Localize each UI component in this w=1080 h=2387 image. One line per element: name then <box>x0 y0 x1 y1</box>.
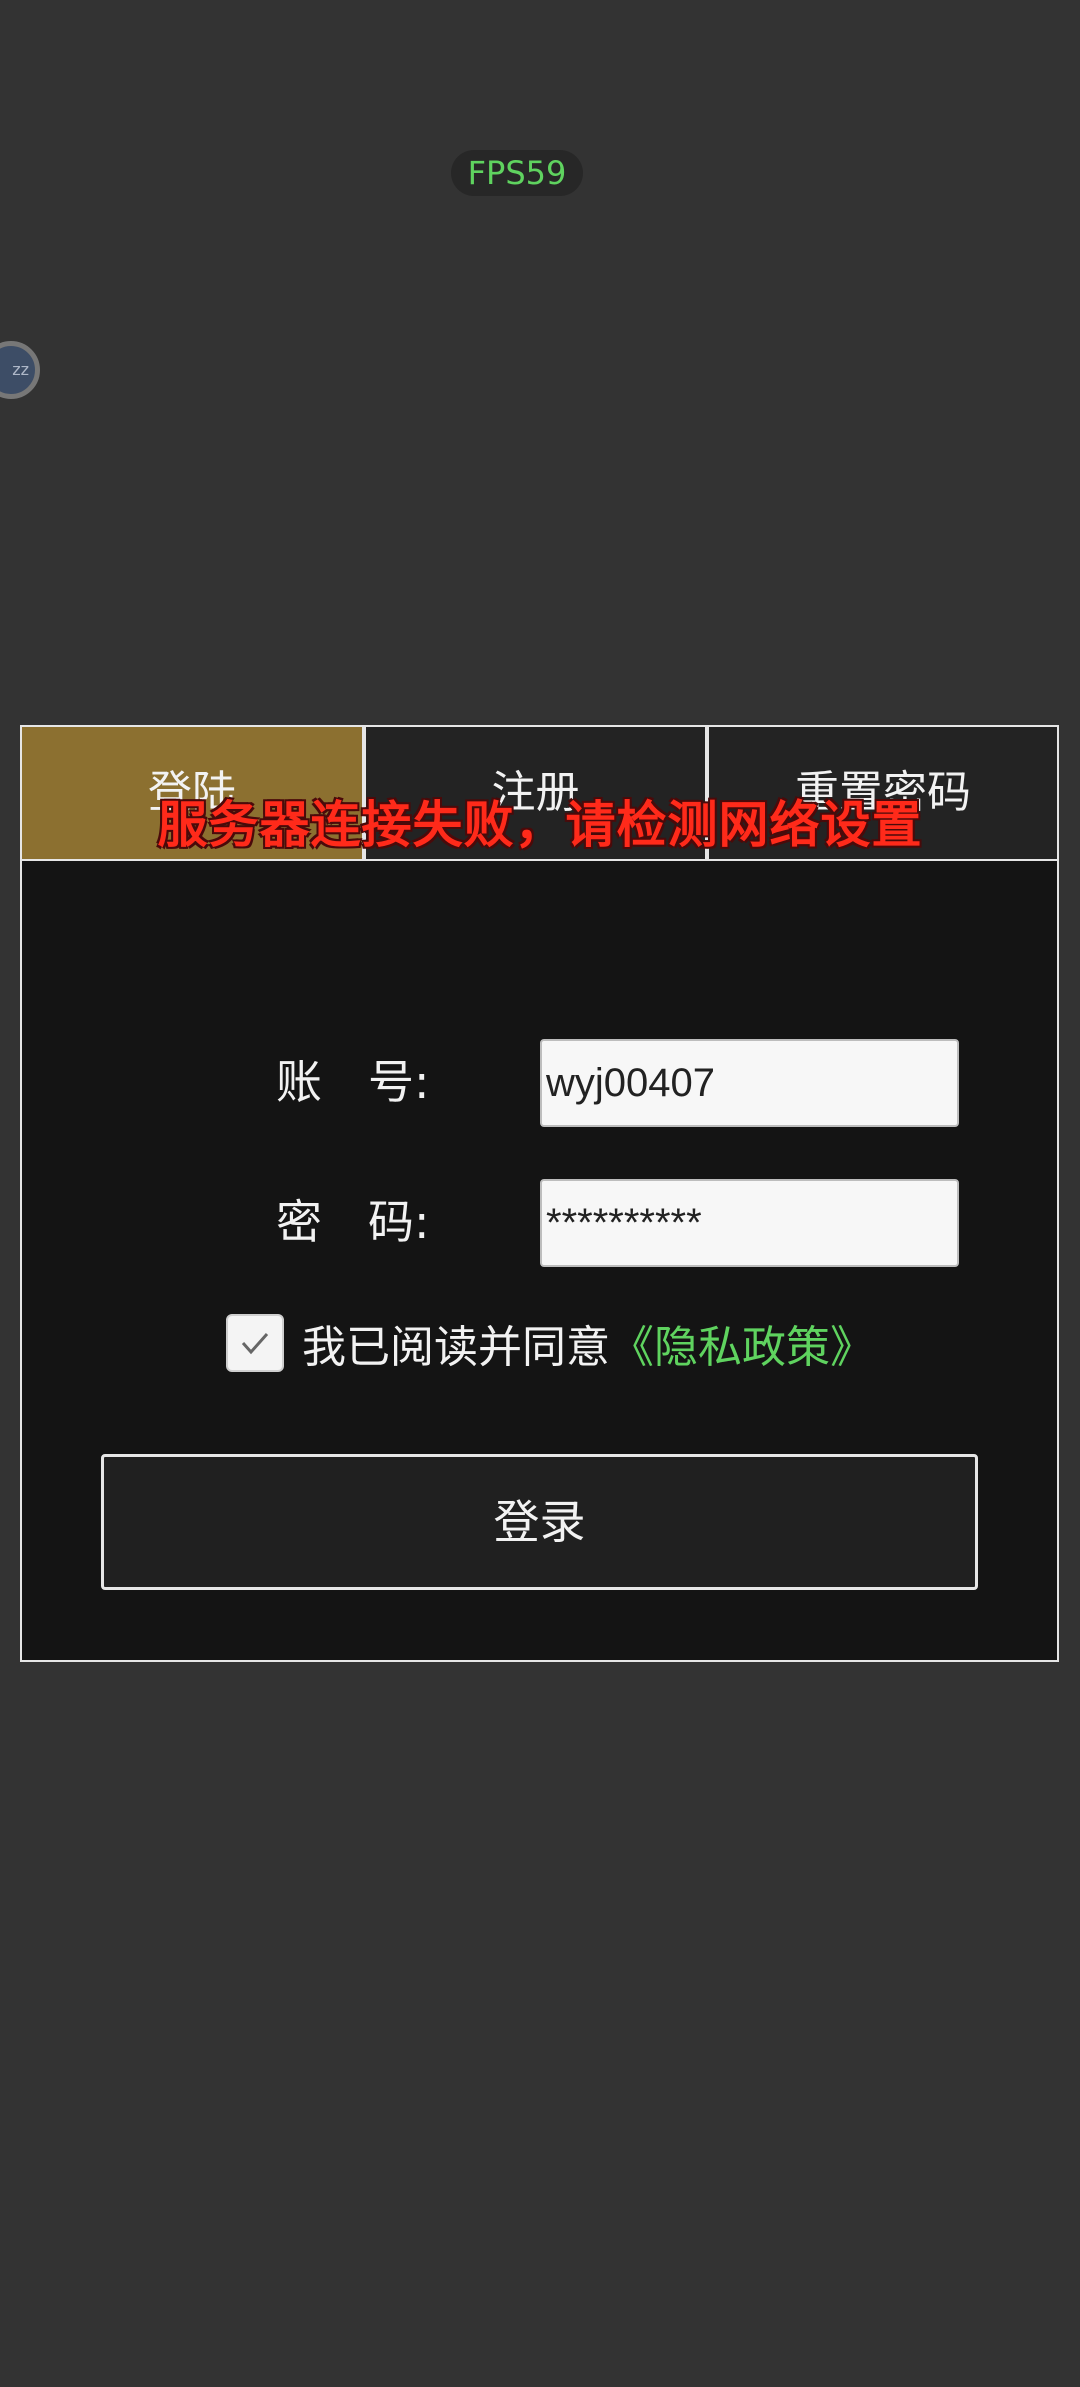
account-input[interactable]: wyj00407 <box>540 1039 959 1127</box>
login-button[interactable]: 登录 <box>101 1454 978 1590</box>
floating-assistant-ball[interactable]: zz <box>0 341 40 399</box>
check-icon <box>241 1333 269 1355</box>
tab-login[interactable]: 登陆 <box>22 727 362 859</box>
game-screen: FPS59 zz 登陆 注册 重置密码 账 号: wyj00407 密 码: *… <box>0 0 1080 2387</box>
password-label: 密 码: <box>276 1195 430 1249</box>
account-label: 账 号: <box>276 1055 430 1109</box>
password-input[interactable]: ********** <box>540 1179 959 1267</box>
tab-reset-password[interactable]: 重置密码 <box>705 727 1057 859</box>
agree-text: 我已阅读并同意 <box>302 1322 610 1373</box>
float-ball-icon: zz <box>12 360 29 379</box>
tab-register[interactable]: 注册 <box>362 727 705 859</box>
privacy-policy-link[interactable]: 《隐私政策》 <box>610 1311 874 1375</box>
agree-checkbox[interactable] <box>226 1314 284 1372</box>
tab-bar: 登陆 注册 重置密码 <box>22 727 1057 861</box>
agreement-row: 我已阅读并同意 《隐私政策》 <box>226 1313 874 1373</box>
fps-counter: FPS59 <box>451 150 583 196</box>
